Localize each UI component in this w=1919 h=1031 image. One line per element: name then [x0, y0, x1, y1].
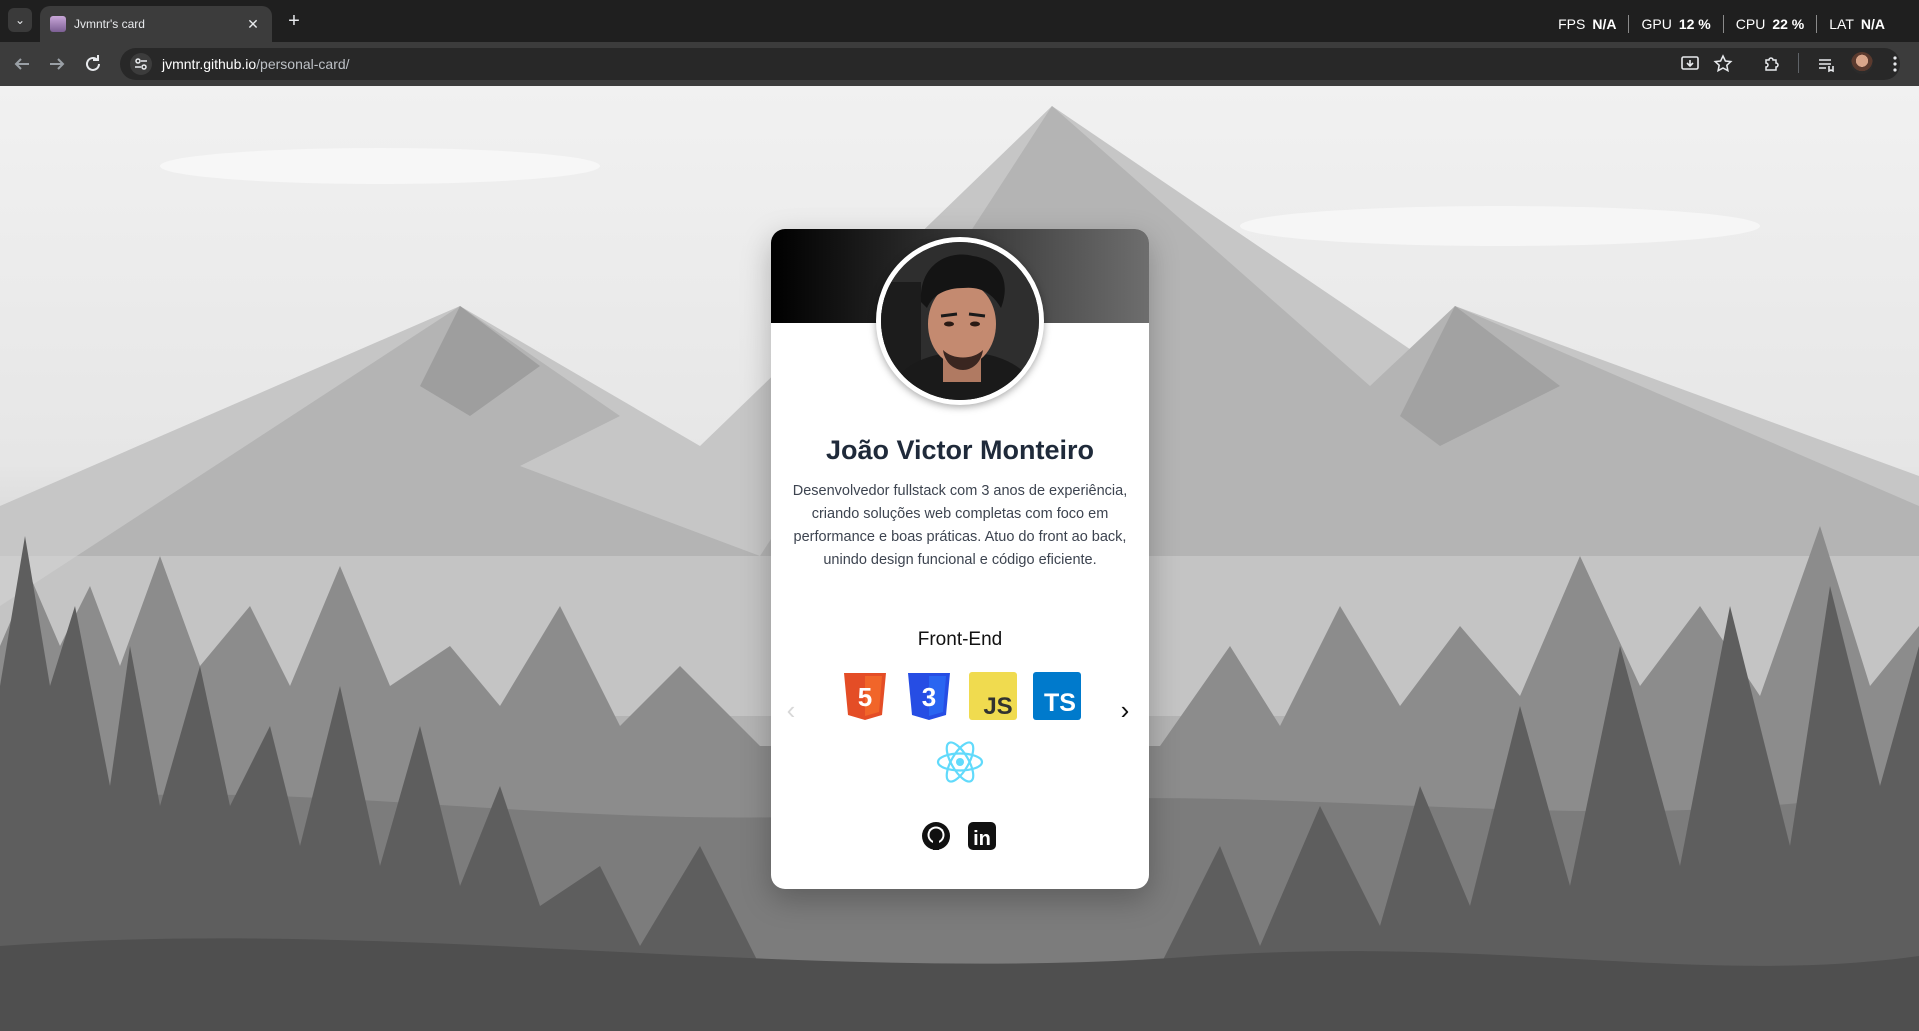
- browser-tab[interactable]: Jvmntr's card ✕: [40, 6, 272, 42]
- perf-lat: LAT N/A: [1829, 16, 1885, 32]
- bookmark-star-icon[interactable]: [1711, 52, 1735, 76]
- skills-section-title: Front-End: [917, 629, 1003, 650]
- html5-icon: 5: [841, 671, 889, 721]
- chevron-down-icon: ⌄: [14, 13, 26, 27]
- reload-icon: [86, 55, 100, 71]
- site-info-icon[interactable]: [130, 53, 152, 75]
- linkedin-icon: in: [968, 822, 996, 850]
- favicon-icon: [50, 16, 66, 32]
- react-icon: [936, 737, 984, 787]
- perf-cpu: CPU 22 %: [1735, 16, 1805, 32]
- perf-fps: FPS N/A: [1558, 16, 1617, 32]
- carousel-prev-button[interactable]: ‹: [779, 695, 803, 725]
- profile-name: João Victor Monteiro: [825, 435, 1095, 465]
- carousel-next-button[interactable]: ›: [1113, 695, 1137, 725]
- arrow-right-icon: [50, 58, 65, 70]
- forward-button[interactable]: [45, 52, 69, 76]
- css3-icon: 3: [905, 671, 953, 721]
- reload-button[interactable]: [81, 52, 105, 76]
- back-button[interactable]: [10, 52, 34, 76]
- page-viewport: João Victor Monteiro Desenvolvedor fulls…: [0, 86, 1919, 1031]
- tab-strip: ⌄ Jvmntr's card ✕ + FPS N/A GPU 12 % CPU 22…: [0, 0, 1919, 42]
- performance-overlay: FPS N/A GPU 12 % CPU 22 % LAT N/A: [1546, 15, 1897, 33]
- typescript-icon: TS: [1033, 671, 1081, 721]
- close-tab-icon[interactable]: ✕: [244, 15, 262, 33]
- reading-list-icon[interactable]: [1814, 52, 1838, 76]
- perf-gpu: GPU 12 %: [1641, 16, 1711, 32]
- extensions-icon[interactable]: [1760, 52, 1784, 76]
- svg-text:JS: JS: [983, 693, 1012, 720]
- new-tab-button[interactable]: +: [282, 9, 306, 33]
- install-app-icon[interactable]: [1678, 52, 1702, 76]
- javascript-icon: JS: [969, 671, 1017, 721]
- github-icon: [922, 822, 950, 850]
- browser-toolbar: jvmntr.github.io/personal-card/: [0, 42, 1919, 86]
- arrow-left-icon: [14, 58, 29, 70]
- svg-text:3: 3: [922, 682, 936, 712]
- svg-text:TS: TS: [1044, 689, 1076, 717]
- profile-photo: [876, 237, 1044, 405]
- profile-bio: Desenvolvedor fullstack com 3 anos de ex…: [792, 483, 1128, 568]
- svg-text:in: in: [973, 828, 991, 850]
- github-link[interactable]: [920, 820, 952, 852]
- divider: [1798, 53, 1799, 73]
- profile-avatar[interactable]: [1851, 52, 1873, 74]
- address-bar[interactable]: jvmntr.github.io/personal-card/: [120, 48, 1900, 80]
- profile-card: João Victor Monteiro Desenvolvedor fulls…: [771, 229, 1149, 889]
- menu-kebab-icon[interactable]: [1883, 52, 1907, 76]
- tab-search-button[interactable]: ⌄: [8, 8, 32, 32]
- svg-text:5: 5: [858, 682, 872, 712]
- tab-title: Jvmntr's card: [74, 17, 145, 31]
- linkedin-link[interactable]: in: [966, 820, 998, 852]
- url-text: jvmntr.github.io/personal-card/: [162, 56, 350, 72]
